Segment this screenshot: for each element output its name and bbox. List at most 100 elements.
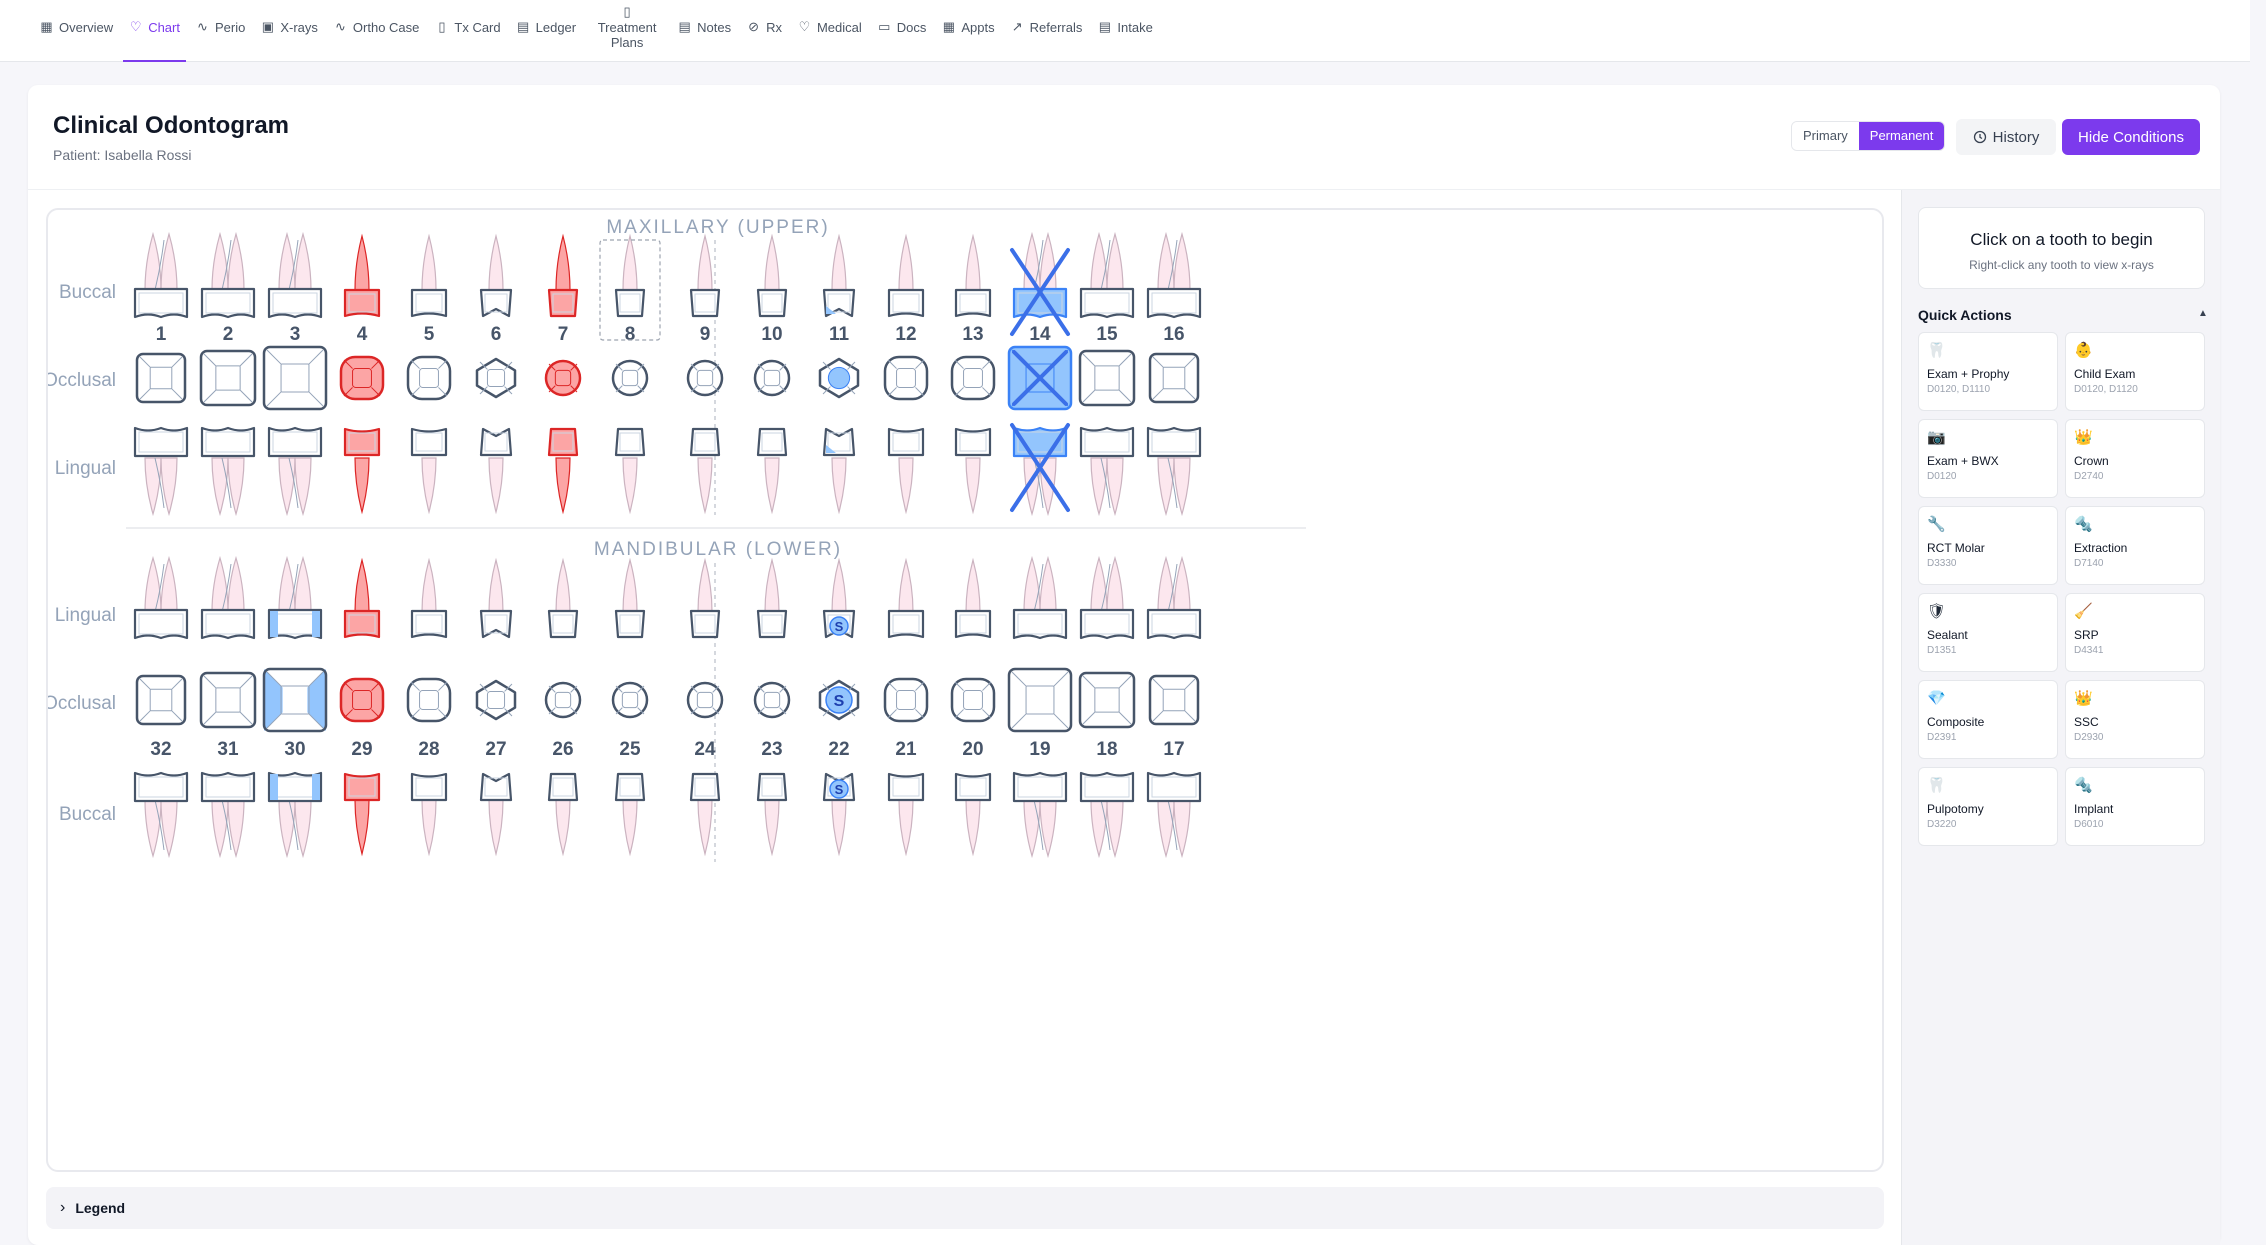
- tooth-26[interactable]: 26: [544, 557, 582, 857]
- quick-action-ssc[interactable]: 👑 SSC D2930: [2065, 680, 2205, 759]
- tooth-7[interactable]: 7: [544, 233, 582, 515]
- tooth-23[interactable]: 23: [753, 557, 791, 857]
- tooth-root: [211, 231, 229, 291]
- tooth-root: [898, 457, 914, 515]
- quick-action-crown[interactable]: 👑 Crown D2740: [2065, 419, 2205, 498]
- tab-docs[interactable]: ▭ Docs: [870, 0, 935, 62]
- legend-toggle[interactable]: › Legend: [46, 1187, 1884, 1229]
- tooth-root: [965, 557, 981, 613]
- tooth-20[interactable]: 20: [950, 557, 996, 857]
- quick-actions-title: Quick Actions: [1918, 307, 2012, 323]
- collapse-toggle-icon[interactable]: ▲: [2198, 308, 2208, 319]
- tooth-16[interactable]: 16: [1146, 231, 1202, 517]
- tab-intake[interactable]: ▤ Intake: [1090, 0, 1160, 62]
- quick-action-exam-prophy[interactable]: 🦷 Exam + Prophy D0120, D1110: [1918, 332, 2058, 411]
- tab-referrals[interactable]: ↗ Referrals: [1003, 0, 1091, 62]
- broom-icon: 🧹: [2074, 603, 2093, 620]
- row-label-lingual: Lingual: [55, 458, 116, 479]
- tab-chart[interactable]: ♡ Chart: [121, 0, 188, 62]
- hide-conditions-button[interactable]: Hide Conditions: [2062, 119, 2200, 155]
- tooth-32[interactable]: 32: [133, 555, 189, 859]
- condition-surface: [827, 366, 851, 390]
- tooth-6[interactable]: 6: [475, 233, 517, 515]
- tab-notes[interactable]: ▤ Notes: [670, 0, 739, 62]
- quick-action-name: Exam + Prophy: [1927, 367, 2010, 381]
- tab-medical[interactable]: ♡ Medical: [790, 0, 870, 62]
- tooth-3[interactable]: 3: [262, 231, 328, 517]
- quick-action-name: RCT Molar: [1927, 541, 1985, 555]
- tab-ledger[interactable]: ▤ Ledger: [509, 0, 584, 62]
- pill-icon: ⊘: [748, 18, 760, 34]
- tooth-number: 5: [424, 324, 435, 345]
- condition-surface: [312, 774, 320, 800]
- tooth-root: [278, 231, 296, 291]
- tooth-15[interactable]: 15: [1078, 231, 1136, 517]
- quick-action-sealant[interactable]: 🛡 Sealant D1351: [1918, 593, 2058, 672]
- tooth-2[interactable]: 2: [199, 231, 257, 517]
- tooth-5[interactable]: 5: [406, 233, 452, 515]
- tab-overview[interactable]: ▦ Overview: [32, 0, 121, 62]
- row-label-occlusal: Occlusal: [48, 693, 116, 714]
- history-button[interactable]: History: [1956, 119, 2056, 155]
- image-icon: ▣: [261, 18, 274, 34]
- tooth-4[interactable]: 4: [339, 233, 385, 515]
- quick-action-composite[interactable]: 💎 Composite D2391: [1918, 680, 2058, 759]
- tooth-27[interactable]: 27: [475, 557, 517, 857]
- tooth-18[interactable]: 18: [1078, 555, 1136, 859]
- tab-rx[interactable]: ⊘ Rx: [739, 0, 790, 62]
- tab-label: Ledger: [535, 20, 577, 35]
- tooth-11[interactable]: 11: [818, 233, 860, 515]
- tooth-root: [831, 457, 847, 515]
- tooth-number: 17: [1163, 739, 1184, 760]
- quick-action-child-exam[interactable]: 👶 Child Exam D0120, D1120: [2065, 332, 2205, 411]
- tooth-12[interactable]: 12: [883, 233, 929, 515]
- tooth-root: [764, 457, 780, 515]
- permanent-toggle[interactable]: Permanent: [1858, 122, 1945, 150]
- tooth-31[interactable]: 31: [199, 555, 257, 859]
- tooth-root: [144, 799, 162, 859]
- tab-treatment-plans[interactable]: ▯ Treatment Plans: [584, 0, 670, 62]
- tooth-30[interactable]: 30: [262, 555, 328, 859]
- tooth-28[interactable]: 28: [406, 557, 452, 857]
- tooth-number: 15: [1096, 324, 1118, 345]
- tooth-8[interactable]: 8: [599, 233, 661, 515]
- quick-action-codes: D6010: [2074, 819, 2104, 830]
- activity-icon: ∿: [334, 18, 346, 34]
- tooth-root: [1157, 799, 1175, 859]
- quick-action-rct-molar[interactable]: 🔧 RCT Molar D3330: [1918, 506, 2058, 585]
- tooth-root: [697, 233, 713, 291]
- tab-perio[interactable]: ∿ Perio: [188, 0, 253, 62]
- tooth-19[interactable]: 19: [1007, 555, 1073, 859]
- tooth-9[interactable]: 9: [686, 233, 724, 515]
- tab-ortho-case[interactable]: ∿ Ortho Case: [326, 0, 427, 62]
- tab-label: Intake: [1117, 20, 1153, 35]
- tooth-24[interactable]: 24: [686, 557, 724, 857]
- tooth-root: [354, 799, 370, 857]
- quick-action-exam-bwx[interactable]: 📷 Exam + BWX D0120: [1918, 419, 2058, 498]
- quick-action-implant[interactable]: 🔩 Implant D6010: [2065, 767, 2205, 846]
- tooth-14[interactable]: 14: [1007, 231, 1073, 517]
- tooth-21[interactable]: 21: [883, 557, 929, 857]
- tooth-root: [278, 799, 296, 859]
- tooth-22[interactable]: S S 22 S: [818, 557, 860, 857]
- tab-appts[interactable]: ▦ Appts: [934, 0, 1002, 62]
- tooth-number: 13: [962, 324, 983, 345]
- tooth-chart: MAXILLARY (UPPER) MANDIBULAR (LOWER) Bucca…: [46, 208, 1884, 1172]
- tooth-17[interactable]: 17: [1146, 555, 1202, 859]
- tooth-root: [965, 457, 981, 515]
- quick-action-extraction[interactable]: 🔩 Extraction D7140: [2065, 506, 2205, 585]
- tooth-root: [764, 233, 780, 291]
- tooth-13[interactable]: 13: [950, 233, 996, 515]
- tooth-25[interactable]: 25: [611, 557, 649, 857]
- quick-action-pulpotomy[interactable]: 🦷 Pulpotomy D3220: [1918, 767, 2058, 846]
- quick-action-name: Child Exam: [2074, 367, 2136, 381]
- tooth-29[interactable]: 29: [339, 557, 385, 857]
- tooth-number: 22: [828, 739, 849, 760]
- tab-x-rays[interactable]: ▣ X-rays: [253, 0, 326, 62]
- tooth-root: [898, 799, 914, 857]
- tooth-1[interactable]: 1: [133, 231, 189, 517]
- tab-tx-card[interactable]: ▯ Tx Card: [427, 0, 508, 62]
- tooth-10[interactable]: 10: [753, 233, 791, 515]
- primary-toggle[interactable]: Primary: [1792, 122, 1859, 150]
- quick-action-srp[interactable]: 🧹 SRP D4341: [2065, 593, 2205, 672]
